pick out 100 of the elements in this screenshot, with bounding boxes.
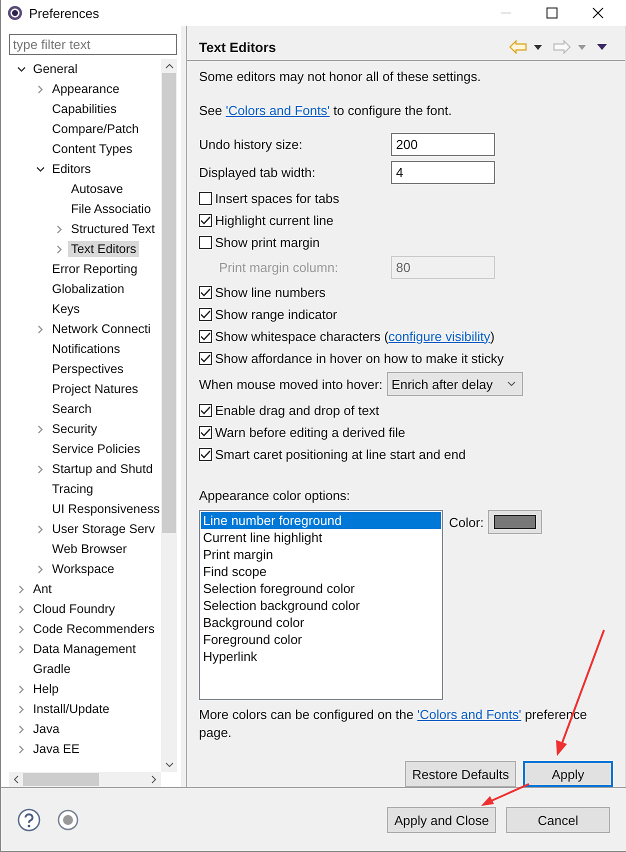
tree-item[interactable]: Keys (49, 301, 83, 317)
collapsed-chevron-icon[interactable] (36, 564, 45, 574)
expanded-chevron-icon[interactable] (17, 64, 26, 74)
link[interactable]: 'Colors and Fonts' (226, 103, 330, 118)
dropdown-icon[interactable] (534, 44, 542, 50)
scroll-left-icon[interactable] (13, 775, 19, 784)
button[interactable]: Apply and Close (387, 807, 496, 833)
collapsed-chevron-icon[interactable] (55, 244, 64, 254)
list-item[interactable]: Selection background color (201, 597, 441, 614)
tree-item[interactable]: Workspace (49, 561, 118, 577)
tree-item[interactable]: Code Recommenders (30, 621, 158, 637)
filter-field[interactable]: type filter text (9, 34, 177, 55)
tree-item[interactable]: Service Policies (49, 441, 144, 457)
horizontal-scrollbar[interactable] (9, 772, 161, 787)
tree-item[interactable]: User Storage Serv (49, 521, 158, 537)
tree-item[interactable]: Perspectives (49, 361, 127, 377)
tree-item[interactable]: Editors (49, 161, 94, 177)
tree-item[interactable]: Cloud Foundry (30, 601, 118, 617)
tree-item[interactable]: Error Reporting (49, 261, 140, 277)
link[interactable]: 'Colors and Fonts' (417, 707, 522, 722)
collapsed-chevron-icon[interactable] (17, 704, 26, 714)
tree-item[interactable]: Install/Update (30, 701, 112, 717)
tree-item[interactable]: Gradle (30, 661, 74, 677)
list-item[interactable]: Selection foreground color (201, 580, 441, 597)
tree-item[interactable]: Compare/Patch (49, 121, 142, 137)
scroll-right-icon[interactable] (151, 775, 157, 784)
tree-item[interactable]: Data Management (30, 641, 139, 657)
annotation-arrow (481, 783, 530, 806)
button[interactable]: Restore Defaults (405, 761, 516, 787)
menu-icon[interactable] (597, 44, 607, 50)
checkbox[interactable] (199, 448, 212, 460)
tree-item[interactable]: Security (49, 421, 100, 437)
checkbox[interactable] (199, 286, 212, 298)
tree-item[interactable]: UI Responsiveness (49, 501, 161, 517)
list-item[interactable]: Find scope (201, 563, 441, 580)
link[interactable]: configure visibility (388, 328, 490, 344)
tree-item[interactable]: Help (30, 681, 62, 697)
tree-item[interactable]: Appearance (49, 81, 122, 97)
tree-item[interactable]: Java (30, 721, 62, 737)
tree-item[interactable]: Java EE (30, 741, 83, 757)
help-icon[interactable] (17, 808, 41, 832)
checkbox[interactable] (199, 426, 212, 438)
list-item[interactable]: Foreground color (201, 631, 441, 648)
checkbox[interactable] (199, 330, 212, 342)
record-icon[interactable] (57, 809, 79, 831)
list-item[interactable]: Current line highlight (201, 529, 441, 546)
tree-item[interactable]: Content Types (49, 141, 136, 157)
tree-item[interactable]: Text Editors (68, 241, 140, 257)
list-item[interactable]: Hyperlink (201, 648, 441, 665)
checkbox[interactable] (199, 214, 212, 226)
dropdown[interactable]: Enrich after delay (386, 372, 523, 396)
color-button[interactable] (488, 510, 542, 534)
chevron-down-icon[interactable] (506, 381, 516, 387)
collapsed-chevron-icon[interactable] (36, 424, 45, 434)
color-list[interactable]: Line number foreground Current line highlight Print margin Find scope Selection foreground color Selection background color Background color Foreground color Hyperlink (199, 510, 443, 700)
maximize-icon[interactable] (546, 7, 558, 19)
collapsed-chevron-icon[interactable] (17, 604, 26, 614)
list-item[interactable]: Background color (201, 614, 441, 631)
text-field[interactable]: 4 (391, 160, 495, 184)
tree-item[interactable]: Project Natures (49, 381, 142, 397)
tree-item[interactable]: Capabilities (49, 101, 120, 117)
tree-item[interactable]: General (30, 61, 80, 77)
scroll-up-icon[interactable] (164, 63, 174, 69)
collapsed-chevron-icon[interactable] (17, 744, 26, 754)
font-note: See 'Colors and Fonts' to configure the font. (199, 102, 453, 120)
tree-item[interactable]: Globalization (49, 281, 128, 297)
collapsed-chevron-icon[interactable] (55, 224, 64, 234)
vertical-scrollbar[interactable] (161, 59, 177, 772)
expanded-chevron-icon[interactable] (36, 164, 45, 174)
collapsed-chevron-icon[interactable] (17, 724, 26, 734)
checkbox[interactable] (199, 308, 212, 320)
checkbox[interactable] (199, 192, 212, 204)
list-item[interactable]: Print margin (201, 546, 441, 563)
collapsed-chevron-icon[interactable] (36, 84, 45, 94)
tree-item[interactable]: Ant (30, 581, 55, 597)
checkbox[interactable] (199, 352, 212, 364)
tree-item[interactable]: Search (49, 401, 95, 417)
tree-item[interactable]: Autosave (68, 181, 126, 197)
collapsed-chevron-icon[interactable] (36, 524, 45, 534)
tree-item[interactable]: Structured Text (68, 221, 158, 237)
tree-item[interactable]: Startup and Shutd (49, 461, 156, 477)
checkbox[interactable] (199, 404, 212, 416)
tree-item[interactable]: Web Browser (49, 541, 130, 557)
collapsed-chevron-icon[interactable] (17, 684, 26, 694)
tree-item[interactable]: Tracing (49, 481, 96, 497)
collapsed-chevron-icon[interactable] (36, 464, 45, 474)
tree-item[interactable]: File Associatio (68, 201, 154, 217)
tree-item[interactable]: Notifications (49, 341, 124, 357)
close-icon[interactable] (592, 7, 604, 19)
button[interactable]: Cancel (506, 807, 610, 833)
button[interactable]: Apply (523, 761, 613, 787)
collapsed-chevron-icon[interactable] (17, 624, 26, 634)
scroll-down-icon[interactable] (164, 762, 174, 768)
collapsed-chevron-icon[interactable] (36, 324, 45, 334)
text-field[interactable]: 200 (391, 132, 495, 156)
collapsed-chevron-icon[interactable] (17, 644, 26, 654)
list-item[interactable]: Line number foreground (201, 512, 441, 529)
checkbox[interactable] (199, 236, 212, 248)
collapsed-chevron-icon[interactable] (17, 584, 26, 594)
tree-item[interactable]: Network Connecti (49, 321, 154, 337)
